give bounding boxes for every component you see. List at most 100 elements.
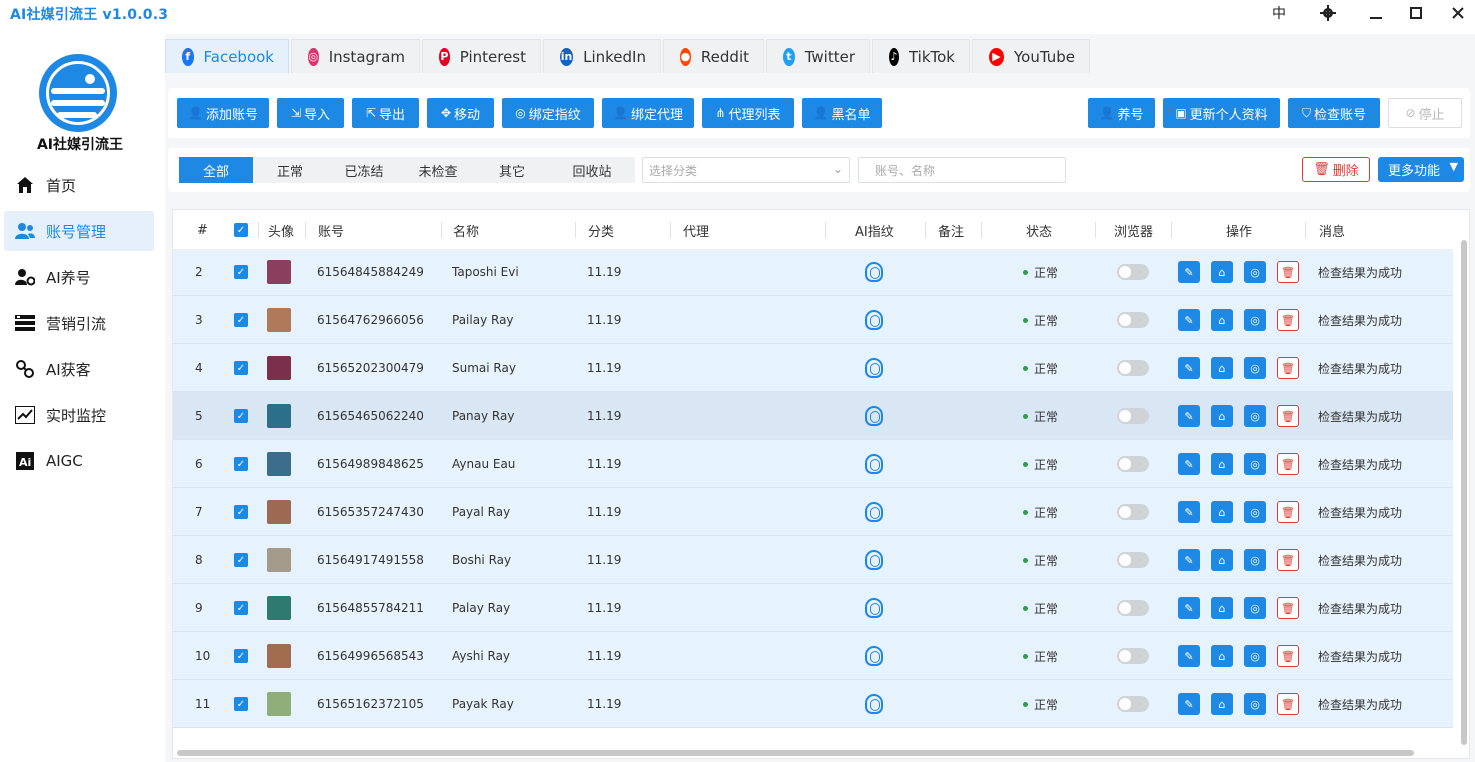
tab-instagram[interactable]: ◎ Instagram bbox=[291, 39, 420, 73]
browser-toggle[interactable] bbox=[1117, 632, 1149, 680]
browser-open-icon[interactable]: ⌂ bbox=[1211, 597, 1233, 619]
export-button[interactable]: ⇱ 导出 bbox=[352, 98, 419, 128]
maximize-icon[interactable] bbox=[1396, 0, 1436, 26]
vertical-scrollbar[interactable] bbox=[1461, 240, 1467, 745]
row-checkbox[interactable]: ✓ bbox=[234, 488, 248, 536]
edit-icon[interactable]: ✎ bbox=[1178, 501, 1200, 523]
edit-icon[interactable]: ✎ bbox=[1178, 405, 1200, 427]
scan-icon[interactable]: ◎ bbox=[1244, 549, 1266, 571]
table-row[interactable]: 5 ✓ 61565465062240 Panay Ray 11.19 正常 ✎ ⌂ ◎ 🗑 检查结果… bbox=[173, 392, 1453, 440]
browser-toggle[interactable] bbox=[1117, 584, 1149, 632]
sidebar-item-marketing[interactable]: 营销引流 bbox=[4, 303, 154, 343]
filter-tab-all[interactable]: 全部 bbox=[179, 157, 253, 183]
more-functions-button[interactable]: 更多功能 ▼ bbox=[1378, 157, 1464, 182]
import-button[interactable]: ⇲ 导入 bbox=[277, 98, 344, 128]
language-button[interactable]: 中 bbox=[1259, 0, 1299, 26]
proxy-list-button[interactable]: ⋔ 代理列表 bbox=[702, 98, 794, 128]
filter-tab-recycle-bin[interactable]: 回收站 bbox=[549, 157, 635, 183]
browser-open-icon[interactable]: ⌂ bbox=[1211, 357, 1233, 379]
delete-icon[interactable]: 🗑 bbox=[1277, 597, 1299, 619]
table-row[interactable]: 7 ✓ 61565357247430 Payal Ray 11.19 正常 ✎ ⌂ ◎ 🗑 检查结果… bbox=[173, 488, 1453, 536]
browser-toggle[interactable] bbox=[1117, 344, 1149, 392]
fingerprint-icon[interactable] bbox=[865, 680, 883, 728]
add-account-button[interactable]: 👤 添加账号 bbox=[177, 98, 269, 128]
row-checkbox[interactable]: ✓ bbox=[234, 536, 248, 584]
row-checkbox[interactable]: ✓ bbox=[234, 680, 248, 728]
table-row[interactable]: 10 ✓ 61564996568543 Ayshi Ray 11.19 正常 ✎ ⌂ ◎ 🗑 检查结… bbox=[173, 632, 1453, 680]
fingerprint-icon[interactable] bbox=[865, 392, 883, 440]
fingerprint-icon[interactable] bbox=[865, 248, 883, 296]
bind-proxy-button[interactable]: 👤 绑定代理 bbox=[602, 98, 694, 128]
tab-linkedin[interactable]: in LinkedIn bbox=[543, 39, 661, 73]
delete-icon[interactable]: 🗑 bbox=[1277, 261, 1299, 283]
browser-toggle[interactable] bbox=[1117, 536, 1149, 584]
scan-icon[interactable]: ◎ bbox=[1244, 261, 1266, 283]
delete-icon[interactable]: 🗑 bbox=[1277, 549, 1299, 571]
category-select[interactable]: 选择分类 ⌄ bbox=[642, 157, 850, 183]
tab-youtube[interactable]: ▶ YouTube bbox=[972, 39, 1090, 73]
table-row[interactable]: 2 ✓ 61564845884249 Taposhi Evi 11.19 正常 ✎ ⌂ ◎ 🗑 检查… bbox=[173, 248, 1453, 296]
table-row[interactable]: 11 ✓ 61565162372105 Payak Ray 11.19 正常 ✎ ⌂ ◎ 🗑 检查结… bbox=[173, 680, 1453, 728]
fingerprint-icon[interactable] bbox=[865, 344, 883, 392]
filter-tab-unchecked[interactable]: 未检查 bbox=[401, 157, 475, 183]
edit-icon[interactable]: ✎ bbox=[1178, 453, 1200, 475]
browser-toggle[interactable] bbox=[1117, 440, 1149, 488]
search-input[interactable]: 账号、名称 bbox=[858, 157, 1066, 183]
check-account-button[interactable]: ⛉ 检查账号 bbox=[1288, 98, 1380, 128]
sidebar-item-accounts[interactable]: 账号管理 bbox=[4, 211, 154, 251]
stop-button[interactable]: ⊘ 停止 bbox=[1388, 98, 1462, 128]
table-row[interactable]: 8 ✓ 61564917491558 Boshi Ray 11.19 正常 ✎ ⌂ ◎ 🗑 检查结果… bbox=[173, 536, 1453, 584]
tab-twitter[interactable]: t Twitter bbox=[766, 39, 870, 73]
edit-icon[interactable]: ✎ bbox=[1178, 309, 1200, 331]
delete-icon[interactable]: 🗑 bbox=[1277, 405, 1299, 427]
row-checkbox[interactable]: ✓ bbox=[234, 392, 248, 440]
minimize-icon[interactable] bbox=[1356, 0, 1396, 26]
update-profile-button[interactable]: ▣ 更新个人资料 bbox=[1163, 98, 1280, 128]
browser-open-icon[interactable]: ⌂ bbox=[1211, 549, 1233, 571]
browser-open-icon[interactable]: ⌂ bbox=[1211, 693, 1233, 715]
edit-icon[interactable]: ✎ bbox=[1178, 549, 1200, 571]
scan-icon[interactable]: ◎ bbox=[1244, 453, 1266, 475]
table-row[interactable]: 9 ✓ 61564855784211 Palay Ray 11.19 正常 ✎ ⌂ ◎ 🗑 检查结果… bbox=[173, 584, 1453, 632]
delete-icon[interactable]: 🗑 bbox=[1277, 645, 1299, 667]
browser-open-icon[interactable]: ⌂ bbox=[1211, 309, 1233, 331]
delete-button[interactable]: 🗑 删除 bbox=[1302, 157, 1370, 182]
browser-toggle[interactable] bbox=[1117, 680, 1149, 728]
table-row[interactable]: 3 ✓ 61564762966056 Pailay Ray 11.19 正常 ✎ ⌂ ◎ 🗑 检查结… bbox=[173, 296, 1453, 344]
browser-toggle[interactable] bbox=[1117, 296, 1149, 344]
browser-toggle[interactable] bbox=[1117, 488, 1149, 536]
sidebar-item-monitor[interactable]: 实时监控 bbox=[4, 395, 154, 435]
edit-icon[interactable]: ✎ bbox=[1178, 597, 1200, 619]
browser-toggle[interactable] bbox=[1117, 248, 1149, 296]
row-checkbox[interactable]: ✓ bbox=[234, 296, 248, 344]
row-checkbox[interactable]: ✓ bbox=[234, 632, 248, 680]
browser-open-icon[interactable]: ⌂ bbox=[1211, 453, 1233, 475]
delete-icon[interactable]: 🗑 bbox=[1277, 309, 1299, 331]
filter-tab-frozen[interactable]: 已冻结 bbox=[327, 157, 401, 183]
browser-open-icon[interactable]: ⌂ bbox=[1211, 405, 1233, 427]
close-icon[interactable] bbox=[1438, 0, 1475, 26]
scan-icon[interactable]: ◎ bbox=[1244, 309, 1266, 331]
row-checkbox[interactable]: ✓ bbox=[234, 440, 248, 488]
select-all-checkbox[interactable]: ✓ bbox=[234, 210, 248, 250]
scan-icon[interactable]: ◎ bbox=[1244, 405, 1266, 427]
sidebar-item-home[interactable]: 首页 bbox=[4, 165, 154, 205]
row-checkbox[interactable]: ✓ bbox=[234, 248, 248, 296]
filter-tab-other[interactable]: 其它 bbox=[475, 157, 549, 183]
delete-icon[interactable]: 🗑 bbox=[1277, 501, 1299, 523]
edit-icon[interactable]: ✎ bbox=[1178, 357, 1200, 379]
scan-icon[interactable]: ◎ bbox=[1244, 597, 1266, 619]
move-button[interactable]: ✥ 移动 bbox=[427, 98, 494, 128]
browser-open-icon[interactable]: ⌂ bbox=[1211, 645, 1233, 667]
fingerprint-icon[interactable] bbox=[865, 632, 883, 680]
browser-open-icon[interactable]: ⌂ bbox=[1211, 261, 1233, 283]
row-checkbox[interactable]: ✓ bbox=[234, 344, 248, 392]
horizontal-scrollbar[interactable] bbox=[177, 750, 1414, 756]
settings-gear-icon[interactable] bbox=[1308, 0, 1348, 26]
browser-toggle[interactable] bbox=[1117, 392, 1149, 440]
scan-icon[interactable]: ◎ bbox=[1244, 693, 1266, 715]
table-row[interactable]: 6 ✓ 61564989848625 Aynau Eau 11.19 正常 ✎ ⌂ ◎ 🗑 检查结果… bbox=[173, 440, 1453, 488]
tab-reddit[interactable]: ● Reddit bbox=[663, 39, 764, 73]
edit-icon[interactable]: ✎ bbox=[1178, 693, 1200, 715]
delete-icon[interactable]: 🗑 bbox=[1277, 453, 1299, 475]
